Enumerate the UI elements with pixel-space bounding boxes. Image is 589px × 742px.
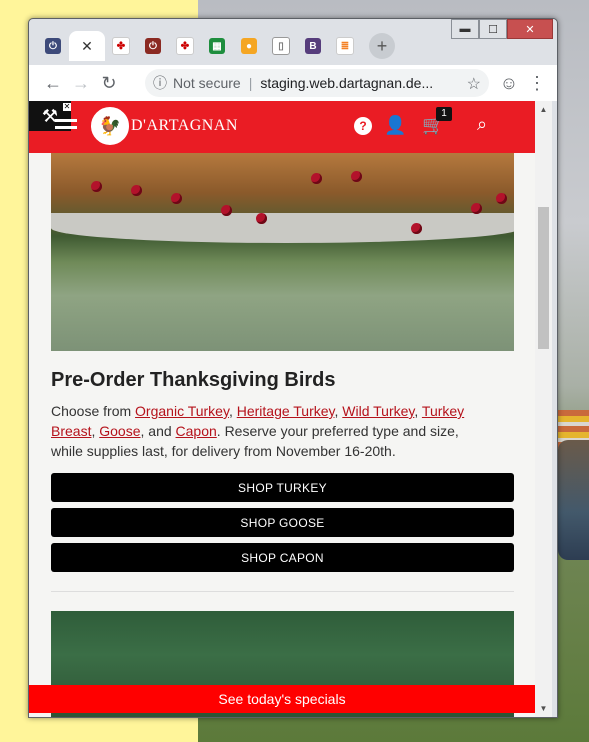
cranberry xyxy=(351,171,362,182)
extension-button[interactable]: ☺ xyxy=(495,69,523,97)
bootstrap-icon: B xyxy=(305,38,321,54)
power-icon: ⏻ xyxy=(45,38,61,54)
cranberry xyxy=(411,223,422,234)
section-divider xyxy=(51,591,514,592)
tab-stack[interactable]: ≣ xyxy=(329,31,361,61)
tab-doc[interactable]: ▯ xyxy=(265,31,297,61)
hamburger-menu-button[interactable] xyxy=(55,119,77,133)
organic-turkey-link[interactable]: Organic Turkey xyxy=(135,403,229,419)
tab-active[interactable]: ✕ xyxy=(69,31,105,61)
heritage-turkey-link[interactable]: Heritage Turkey xyxy=(237,403,335,419)
desc-separator: , xyxy=(414,403,422,419)
tab-strip: ⏻ ✕ ✤ ⏻ ✤ ▦ ● ▯ B ≣ + xyxy=(37,31,395,61)
stack-icon: ≣ xyxy=(336,37,354,55)
bookmark-star-icon[interactable]: ☆ xyxy=(467,74,481,94)
tab-chat[interactable]: ● xyxy=(233,31,265,61)
article-description: Choose from Organic Turkey, Heritage Tur… xyxy=(51,401,491,461)
desc-separator: , and xyxy=(140,423,176,439)
window-caption-buttons: ▬ ☐ ✕ xyxy=(451,19,553,39)
cart-count-badge: 1 xyxy=(436,107,452,121)
address-bar[interactable]: ⓘ Not secure | staging.web.dartagnan.de.… xyxy=(145,69,489,97)
security-label: Not secure xyxy=(173,75,241,91)
capon-link[interactable]: Capon xyxy=(176,423,217,439)
minimize-button[interactable]: ▬ xyxy=(451,19,479,39)
tab-sheets[interactable]: ▦ xyxy=(201,31,233,61)
menu-button[interactable]: ⋮ xyxy=(523,69,551,97)
reload-icon: ↻ xyxy=(101,72,117,93)
cranberry xyxy=(171,193,182,204)
document-icon: ▯ xyxy=(272,37,290,55)
info-icon[interactable]: ⓘ xyxy=(153,73,167,93)
tab-bootstrap[interactable]: B xyxy=(297,31,329,61)
url-text[interactable]: staging.web.dartagnan.de... xyxy=(260,75,433,91)
reload-button[interactable]: ↻ xyxy=(95,69,123,97)
chat-icon: ● xyxy=(241,38,257,54)
scrollbar-thumb[interactable] xyxy=(538,207,549,349)
brand-logo[interactable]: 🐓 xyxy=(91,107,129,145)
browser-toolbar: ← → ↻ ⓘ Not secure | staging.web.dartagn… xyxy=(29,65,557,101)
wild-turkey-link[interactable]: Wild Turkey xyxy=(342,403,414,419)
search-icon[interactable]: ⌕ xyxy=(477,114,487,135)
sheets-icon: ▦ xyxy=(209,38,225,54)
cranberry xyxy=(91,181,102,192)
dartagnan-logo-icon: ✤ xyxy=(112,37,130,55)
forward-button[interactable]: → xyxy=(67,69,95,97)
close-window-button[interactable]: ✕ xyxy=(507,19,553,39)
hero-image-turkey xyxy=(51,153,514,351)
cranberry xyxy=(221,205,232,216)
specials-bar[interactable]: See today's specials xyxy=(29,685,535,713)
page-scrollbar[interactable]: ▲ ▼ xyxy=(535,101,552,717)
cranberry xyxy=(311,173,322,184)
help-icon[interactable]: ? xyxy=(354,117,372,135)
tab-dartagnan-2[interactable]: ✤ xyxy=(169,31,201,61)
dartagnan-logo-icon: ✤ xyxy=(176,37,194,55)
brand-name[interactable]: D'ARTAGNAN xyxy=(131,117,238,135)
site-header: ⚒ ✕ 🐓 D'ARTAGNAN ? 👤 🛒 1 ⌕ xyxy=(29,101,535,153)
cranberry xyxy=(131,185,142,196)
wallpaper-person xyxy=(558,440,589,560)
cranberry xyxy=(256,213,267,224)
browser-window: ▬ ☐ ✕ ⏻ ✕ ✤ ⏻ ✤ ▦ ● ▯ B ≣ + ← → ↻ ⓘ Not … xyxy=(28,18,558,718)
power-icon: ⏻ xyxy=(145,38,161,54)
shop-goose-button[interactable]: SHOP GOOSE xyxy=(51,508,514,537)
page-viewport: ⚒ ✕ 🐓 D'ARTAGNAN ? 👤 🛒 1 ⌕ Pre-Order Tha… xyxy=(29,101,542,717)
dev-tools-close-icon[interactable]: ✕ xyxy=(63,103,71,111)
extension-icon: ☺ xyxy=(499,72,519,93)
tab-dartagnan[interactable]: ✤ xyxy=(105,31,137,61)
account-icon[interactable]: 👤 xyxy=(384,115,406,136)
back-button[interactable]: ← xyxy=(39,69,67,97)
address-separator: | xyxy=(248,75,253,91)
desc-separator: , xyxy=(228,403,237,419)
scroll-up-icon[interactable]: ▲ xyxy=(535,101,552,118)
new-tab-button[interactable]: + xyxy=(369,33,395,59)
back-arrow-icon: ← xyxy=(44,72,62,93)
close-icon[interactable]: ✕ xyxy=(81,38,93,55)
scroll-down-icon[interactable]: ▼ xyxy=(535,700,552,717)
article-title: Pre-Order Thanksgiving Birds xyxy=(51,369,336,391)
kebab-menu-icon: ⋮ xyxy=(528,72,546,93)
tab-power[interactable]: ⏻ xyxy=(37,31,69,61)
platter-shape xyxy=(51,213,514,243)
shop-capon-button[interactable]: SHOP CAPON xyxy=(51,543,514,572)
cranberry xyxy=(496,193,507,204)
tab-power-2[interactable]: ⏻ xyxy=(137,31,169,61)
maximize-button[interactable]: ☐ xyxy=(479,19,507,39)
desc-prefix: Choose from xyxy=(51,403,136,419)
shop-turkey-button[interactable]: SHOP TURKEY xyxy=(51,473,514,502)
forward-arrow-icon: → xyxy=(72,72,90,93)
cranberry xyxy=(471,203,482,214)
goose-link[interactable]: Goose xyxy=(99,423,140,439)
